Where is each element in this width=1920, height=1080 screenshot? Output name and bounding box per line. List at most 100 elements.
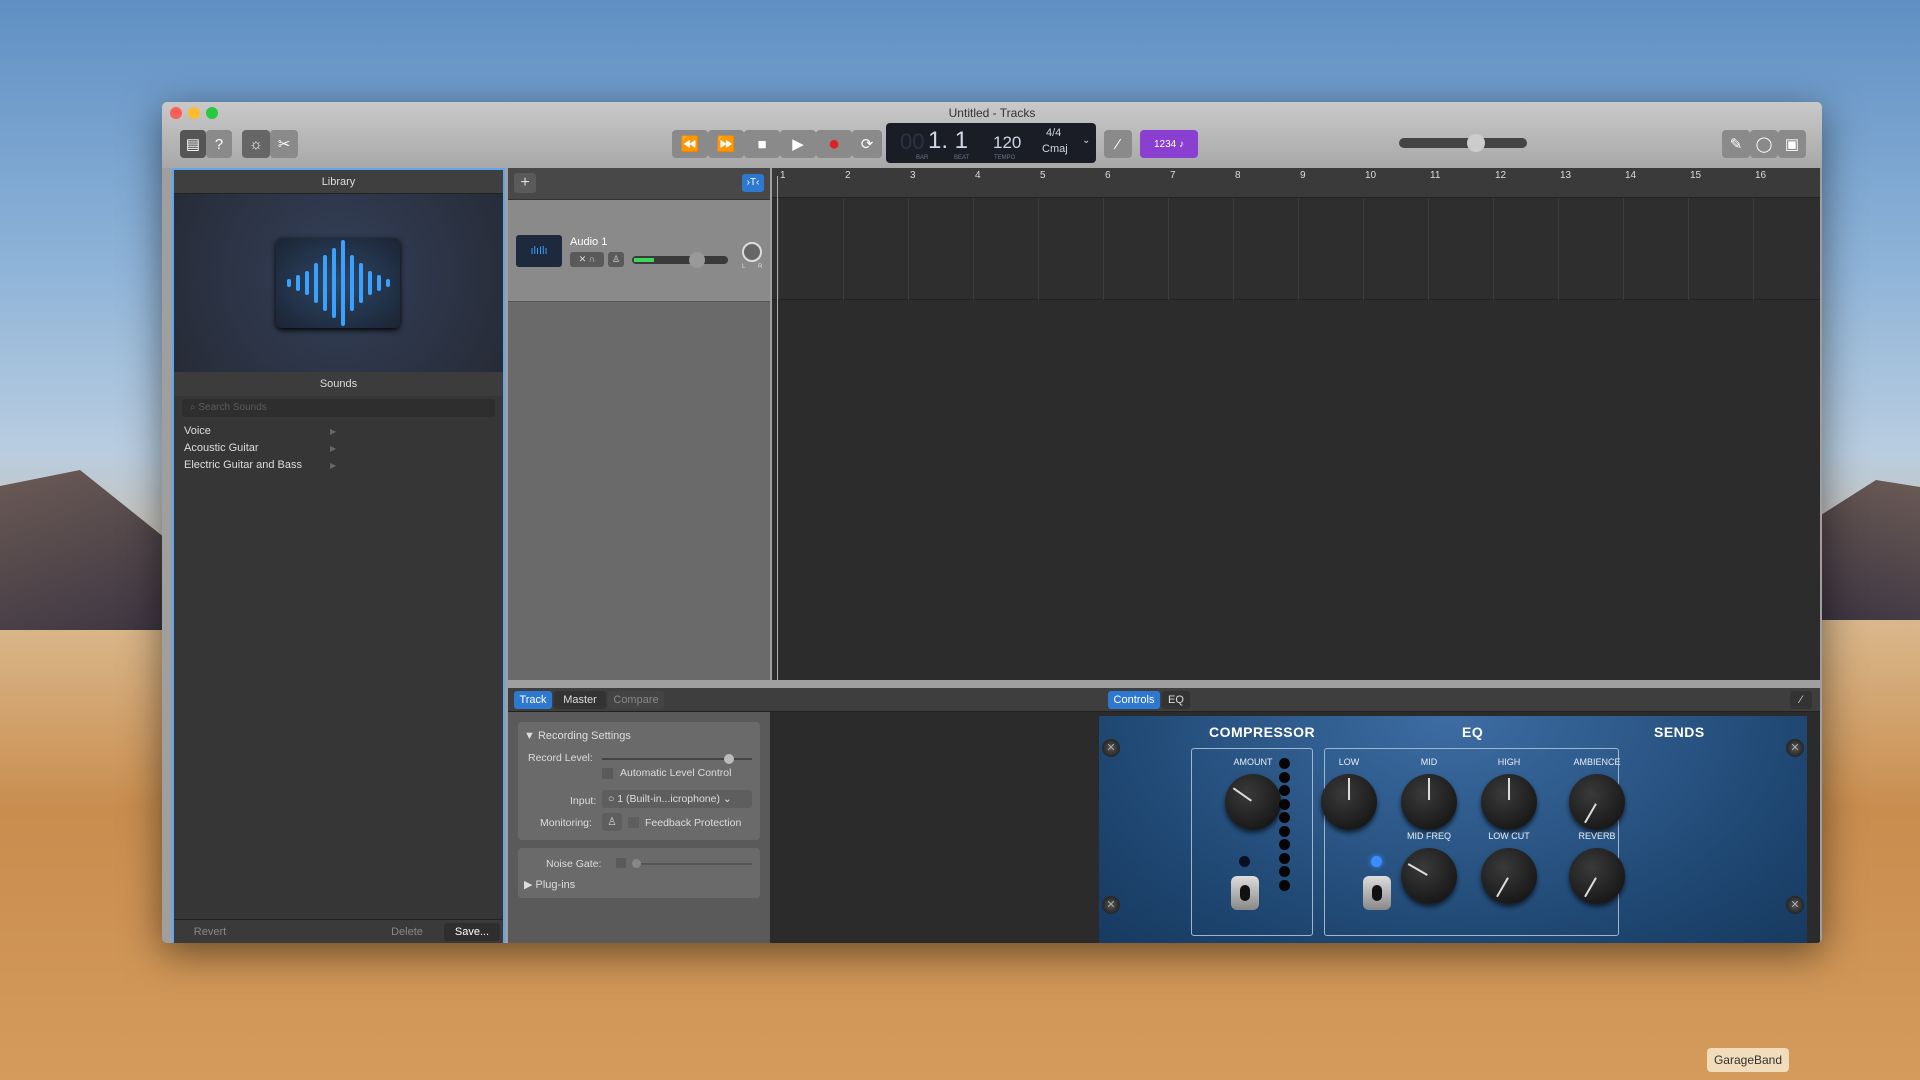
count-in-label: 1234 [1153,138,1177,150]
delete-button[interactable]: Delete [379,923,435,941]
plugins-disclosure[interactable]: ▶ Plug-ins [524,878,575,891]
plugin-controls: COMPRESSOR EQ SENDS ✕ ✕ ✕ ✕ AMOUNT LOW MID… [1099,716,1807,943]
waveform-icon [276,238,400,328]
count-in-metronome-button[interactable]: 1234 ♪ [1140,130,1198,158]
track-name[interactable]: Audio 1 [570,236,607,248]
item-label: Voice [184,425,211,437]
record-level-slider[interactable] [602,754,752,764]
time-signature[interactable]: 4/4 [1046,127,1061,139]
revert-button[interactable]: Revert [182,923,238,941]
tab-master[interactable]: Master [554,691,606,709]
gain-reduction-led [1279,771,1290,783]
notepad-icon[interactable]: ✎ [1722,130,1750,158]
lcd-display[interactable]: 00 1. 1 BAR BEAT 120 TEMPO 4/4 Cmaj ⌄ [886,123,1096,163]
dock-tooltip: GarageBand [1707,1048,1789,1072]
low-knob[interactable] [1321,774,1377,830]
tab-controls[interactable]: Controls [1108,691,1160,709]
chevron-down-icon[interactable]: ⌄ [1082,135,1090,146]
input-value: 1 (Built-in...icrophone) [617,793,720,805]
help-icon[interactable]: ? [206,130,232,158]
slider-knob[interactable] [632,859,641,868]
add-track-button[interactable]: + [514,173,536,193]
list-item[interactable]: Acoustic Guitar ▶ [174,440,503,457]
mid-freq-knob[interactable] [1401,848,1457,904]
track-headers: + ›T‹ ılıIlı Audio 1 ✕ ∩ ♙ L R [508,168,770,680]
catch-playhead-icon[interactable]: ›T‹ [742,174,764,192]
bar-gridline [843,198,844,300]
bar-number: 14 [1625,170,1637,181]
sends-title: SENDS [1654,724,1705,740]
knob-pointer [1584,803,1597,824]
slider-knob[interactable] [688,252,705,268]
key-signature[interactable]: Cmaj [1042,143,1068,155]
bar-gridline [908,198,909,300]
auto-level-label: Automatic Level Control [620,767,732,779]
tuner-icon[interactable]: ⁄ [1104,130,1132,158]
tracks-area[interactable]: 1 2 3 4 5 6 7 8 9 10 11 12 13 14 15 16 [772,168,1820,680]
pan-knob[interactable] [742,242,762,262]
gain-reduction-led [1279,785,1290,796]
forward-button[interactable]: ⏩ [708,130,744,158]
compressor-toggle[interactable] [1231,876,1259,910]
slider-knob[interactable] [723,754,734,764]
compare-button[interactable]: Compare [608,691,664,709]
window-title: Untitled - Tracks [948,106,1036,120]
monitoring-icon[interactable]: ♙ [602,813,622,831]
list-item[interactable]: Electric Guitar and Bass ▶ [174,457,503,474]
gain-reduction-led [1279,879,1290,891]
eq-toggle[interactable] [1363,876,1391,910]
search-input[interactable]: ⌕ Search Sounds [182,399,495,417]
ruler[interactable]: 1 2 3 4 5 6 7 8 9 10 11 12 13 14 15 16 [772,168,1820,198]
ambience-label: AMBIENCE [1573,757,1621,767]
screw-icon: ✕ [1102,739,1120,757]
tab-eq[interactable]: EQ [1162,691,1190,709]
toolbar: Untitled - Tracks ▤ ? ☼ ✂ ⏪ ⏩ ■ ▶ ● ⟳ 00… [162,102,1822,168]
mute-solo-icons[interactable]: ✕ ∩ [570,252,604,267]
noise-gate-checkbox[interactable] [616,858,626,868]
auto-level-checkbox[interactable] [602,768,613,779]
input-select[interactable]: ○ 1 (Built-in...icrophone) ⌄ [602,790,752,808]
list-item[interactable]: Voice ▶ [174,423,503,440]
library-icon[interactable]: ▤ [180,130,206,158]
stop-button[interactable]: ■ [744,130,780,158]
ambience-knob[interactable] [1569,774,1625,830]
loop-browser-icon[interactable]: ◯ [1750,130,1778,158]
record-button[interactable]: ● [816,130,852,158]
recording-settings-disclosure[interactable]: ▼ Recording Settings [524,730,631,742]
bar-number: 8 [1235,170,1241,181]
save-button[interactable]: Save... [444,923,500,941]
rewind-button[interactable]: ⏪ [672,130,708,158]
gain-reduction-led [1279,798,1290,810]
cycle-button[interactable]: ⟳ [852,130,882,158]
high-knob[interactable] [1481,774,1537,830]
noise-gate-slider[interactable] [632,859,752,868]
media-browser-icon[interactable]: ▣ [1778,130,1806,158]
lcd-position: 1. 1 [928,127,969,154]
editors-scissors-icon[interactable]: ✂ [270,130,298,158]
low-cut-knob[interactable] [1481,848,1537,904]
feedback-checkbox[interactable] [628,817,639,828]
mid-knob[interactable] [1401,774,1457,830]
tempo[interactable]: 120 [993,133,1021,153]
lcd-ghost: 00 [900,129,925,154]
tab-track[interactable]: Track [514,691,552,709]
bar-gridline [1298,198,1299,300]
play-button[interactable]: ▶ [780,130,816,158]
bar-gridline [1363,198,1364,300]
reverb-label: REVERB [1578,831,1616,841]
track-lane[interactable] [772,198,1820,300]
monitoring-icon[interactable]: ♙ [608,252,624,267]
gain-reduction-led [1279,852,1290,864]
slider-knob[interactable] [1467,134,1486,152]
pencil-icon[interactable]: ⁄ [1790,691,1812,709]
reverb-knob[interactable] [1569,848,1625,904]
amount-knob[interactable] [1225,774,1281,830]
knob-pointer [1496,877,1509,898]
item-label: Electric Guitar and Bass [184,459,302,471]
master-volume-slider[interactable] [1399,134,1527,152]
track-row[interactable]: ılıIlı Audio 1 ✕ ∩ ♙ L R [508,200,770,302]
track-volume-slider[interactable] [632,252,728,268]
waveform-bar [385,279,390,287]
desktop-mountain [1810,480,1920,620]
smart-controls-icon[interactable]: ☼ [242,130,270,158]
